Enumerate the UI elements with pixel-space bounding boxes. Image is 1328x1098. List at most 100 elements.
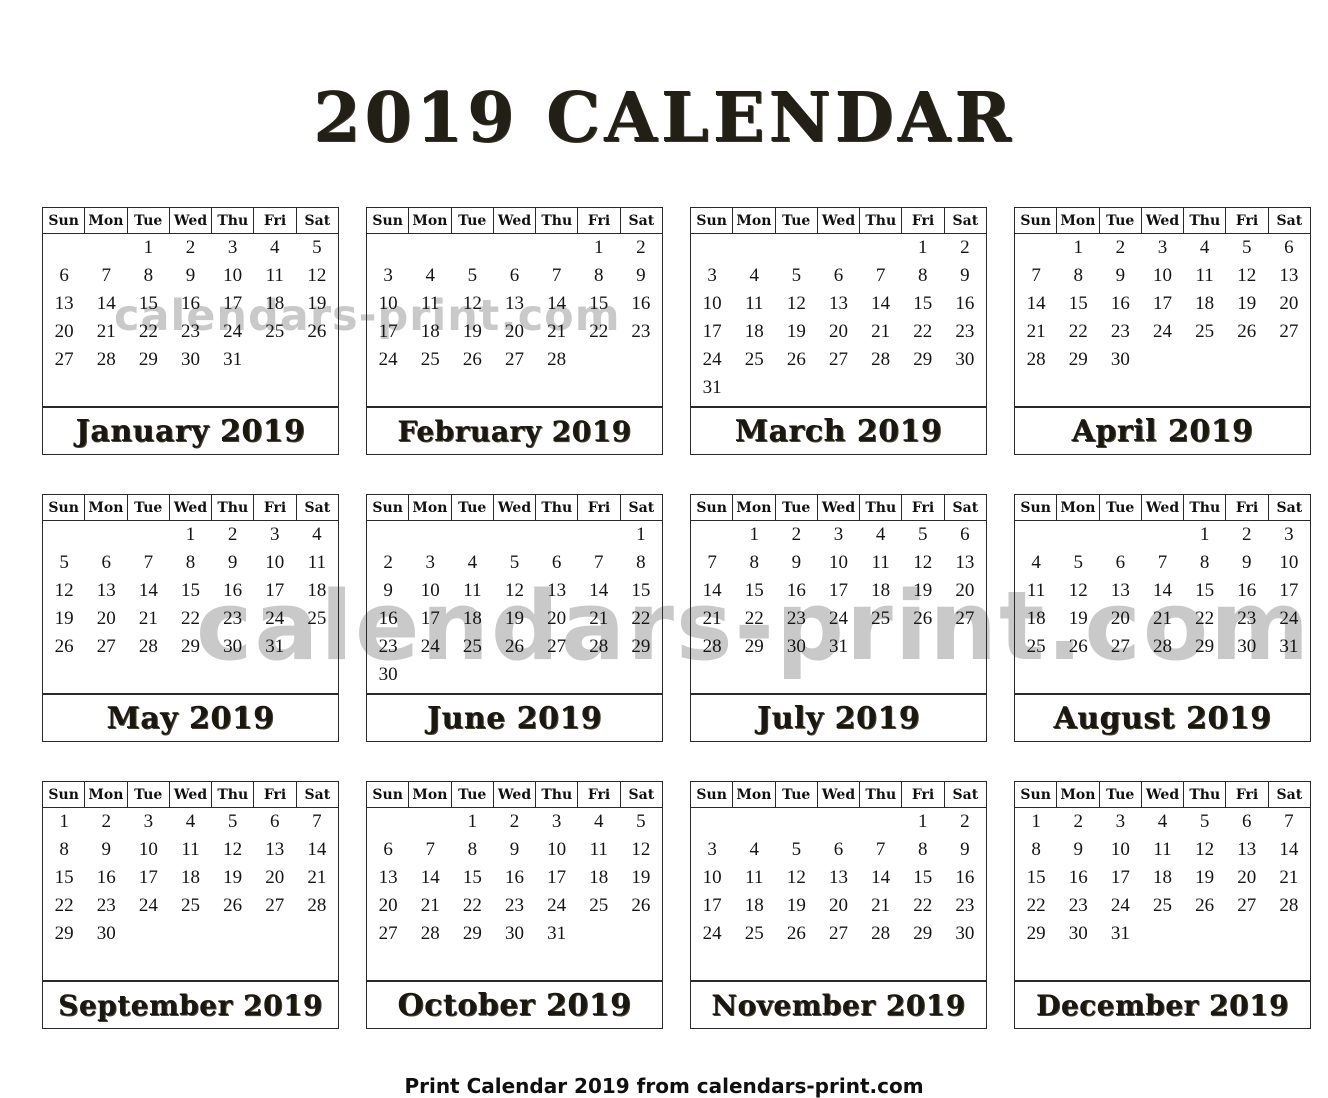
day-cell[interactable]: 7	[85, 262, 127, 290]
day-cell[interactable]: 29	[902, 920, 944, 948]
day-cell[interactable]: 2	[1099, 234, 1141, 262]
day-cell[interactable]: 20	[1268, 290, 1310, 318]
day-cell[interactable]: 10	[536, 836, 578, 864]
day-cell[interactable]: 9	[212, 549, 254, 577]
day-cell[interactable]: 3	[1141, 234, 1183, 262]
day-cell[interactable]: 24	[691, 346, 733, 374]
day-cell[interactable]: 9	[1226, 549, 1268, 577]
day-cell[interactable]: 22	[169, 605, 211, 633]
day-cell[interactable]: 24	[1099, 892, 1141, 920]
day-cell[interactable]: 22	[902, 892, 944, 920]
day-cell[interactable]: 4	[451, 549, 493, 577]
day-cell[interactable]: 5	[212, 808, 254, 836]
day-cell[interactable]: 23	[620, 318, 662, 346]
day-cell[interactable]: 7	[578, 549, 620, 577]
day-cell[interactable]: 31	[536, 920, 578, 948]
day-cell[interactable]: 3	[691, 836, 733, 864]
day-cell[interactable]: 9	[169, 262, 211, 290]
day-cell[interactable]: 31	[691, 374, 733, 402]
day-cell[interactable]: 18	[1015, 605, 1057, 633]
day-cell[interactable]: 21	[1141, 605, 1183, 633]
day-cell[interactable]: 27	[1226, 892, 1268, 920]
day-cell[interactable]: 8	[1057, 262, 1099, 290]
day-cell[interactable]: 11	[169, 836, 211, 864]
day-cell[interactable]: 23	[212, 605, 254, 633]
day-cell[interactable]: 28	[1268, 892, 1310, 920]
day-cell[interactable]: 16	[1226, 577, 1268, 605]
day-cell[interactable]: 4	[169, 808, 211, 836]
day-cell[interactable]: 12	[296, 262, 338, 290]
day-cell[interactable]: 2	[367, 549, 409, 577]
day-cell[interactable]: 5	[1057, 549, 1099, 577]
day-cell[interactable]: 19	[451, 318, 493, 346]
day-cell[interactable]: 7	[860, 836, 902, 864]
day-cell[interactable]: 18	[254, 290, 296, 318]
day-cell[interactable]: 21	[578, 605, 620, 633]
day-cell[interactable]: 5	[620, 808, 662, 836]
day-cell[interactable]: 1	[733, 521, 775, 549]
day-cell[interactable]: 24	[254, 605, 296, 633]
day-cell[interactable]: 3	[817, 521, 859, 549]
day-cell[interactable]: 8	[902, 836, 944, 864]
day-cell[interactable]: 12	[902, 549, 944, 577]
day-cell[interactable]: 17	[536, 864, 578, 892]
day-cell[interactable]: 6	[817, 262, 859, 290]
day-cell[interactable]: 8	[43, 836, 85, 864]
day-cell[interactable]: 6	[1268, 234, 1310, 262]
day-cell[interactable]: 30	[944, 346, 986, 374]
day-cell[interactable]: 31	[1099, 920, 1141, 948]
day-cell[interactable]: 19	[296, 290, 338, 318]
day-cell[interactable]: 20	[43, 318, 85, 346]
day-cell[interactable]: 17	[127, 864, 169, 892]
day-cell[interactable]: 27	[817, 920, 859, 948]
day-cell[interactable]: 21	[536, 318, 578, 346]
day-cell[interactable]: 26	[212, 892, 254, 920]
day-cell[interactable]: 1	[902, 808, 944, 836]
day-cell[interactable]: 7	[536, 262, 578, 290]
day-cell[interactable]: 27	[536, 633, 578, 661]
day-cell[interactable]: 12	[775, 290, 817, 318]
day-cell[interactable]: 14	[1268, 836, 1310, 864]
day-cell[interactable]: 3	[254, 521, 296, 549]
day-cell[interactable]: 15	[127, 290, 169, 318]
day-cell[interactable]: 1	[1184, 521, 1226, 549]
day-cell[interactable]: 11	[1141, 836, 1183, 864]
day-cell[interactable]: 9	[1099, 262, 1141, 290]
day-cell[interactable]: 17	[1099, 864, 1141, 892]
day-cell[interactable]: 1	[169, 521, 211, 549]
day-cell[interactable]: 30	[367, 661, 409, 689]
day-cell[interactable]: 8	[620, 549, 662, 577]
day-cell[interactable]: 23	[1099, 318, 1141, 346]
day-cell[interactable]: 18	[296, 577, 338, 605]
day-cell[interactable]: 3	[691, 262, 733, 290]
day-cell[interactable]: 23	[1226, 605, 1268, 633]
day-cell[interactable]: 26	[620, 892, 662, 920]
day-cell[interactable]: 28	[860, 920, 902, 948]
day-cell[interactable]: 12	[43, 577, 85, 605]
day-cell[interactable]: 2	[212, 521, 254, 549]
day-cell[interactable]: 31	[212, 346, 254, 374]
day-cell[interactable]: 12	[1057, 577, 1099, 605]
day-cell[interactable]: 7	[1141, 549, 1183, 577]
day-cell[interactable]: 29	[1015, 920, 1057, 948]
day-cell[interactable]: 28	[1141, 633, 1183, 661]
day-cell[interactable]: 18	[1184, 290, 1226, 318]
day-cell[interactable]: 4	[578, 808, 620, 836]
day-cell[interactable]: 9	[775, 549, 817, 577]
day-cell[interactable]: 26	[296, 318, 338, 346]
day-cell[interactable]: 10	[1141, 262, 1183, 290]
day-cell[interactable]: 4	[409, 262, 451, 290]
day-cell[interactable]: 15	[43, 864, 85, 892]
day-cell[interactable]: 13	[85, 577, 127, 605]
day-cell[interactable]: 15	[578, 290, 620, 318]
day-cell[interactable]: 14	[409, 864, 451, 892]
day-cell[interactable]: 21	[860, 892, 902, 920]
day-cell[interactable]: 1	[1015, 808, 1057, 836]
day-cell[interactable]: 24	[127, 892, 169, 920]
day-cell[interactable]: 27	[1099, 633, 1141, 661]
day-cell[interactable]: 3	[1099, 808, 1141, 836]
day-cell[interactable]: 29	[43, 920, 85, 948]
day-cell[interactable]: 24	[367, 346, 409, 374]
day-cell[interactable]: 26	[775, 920, 817, 948]
day-cell[interactable]: 10	[691, 864, 733, 892]
